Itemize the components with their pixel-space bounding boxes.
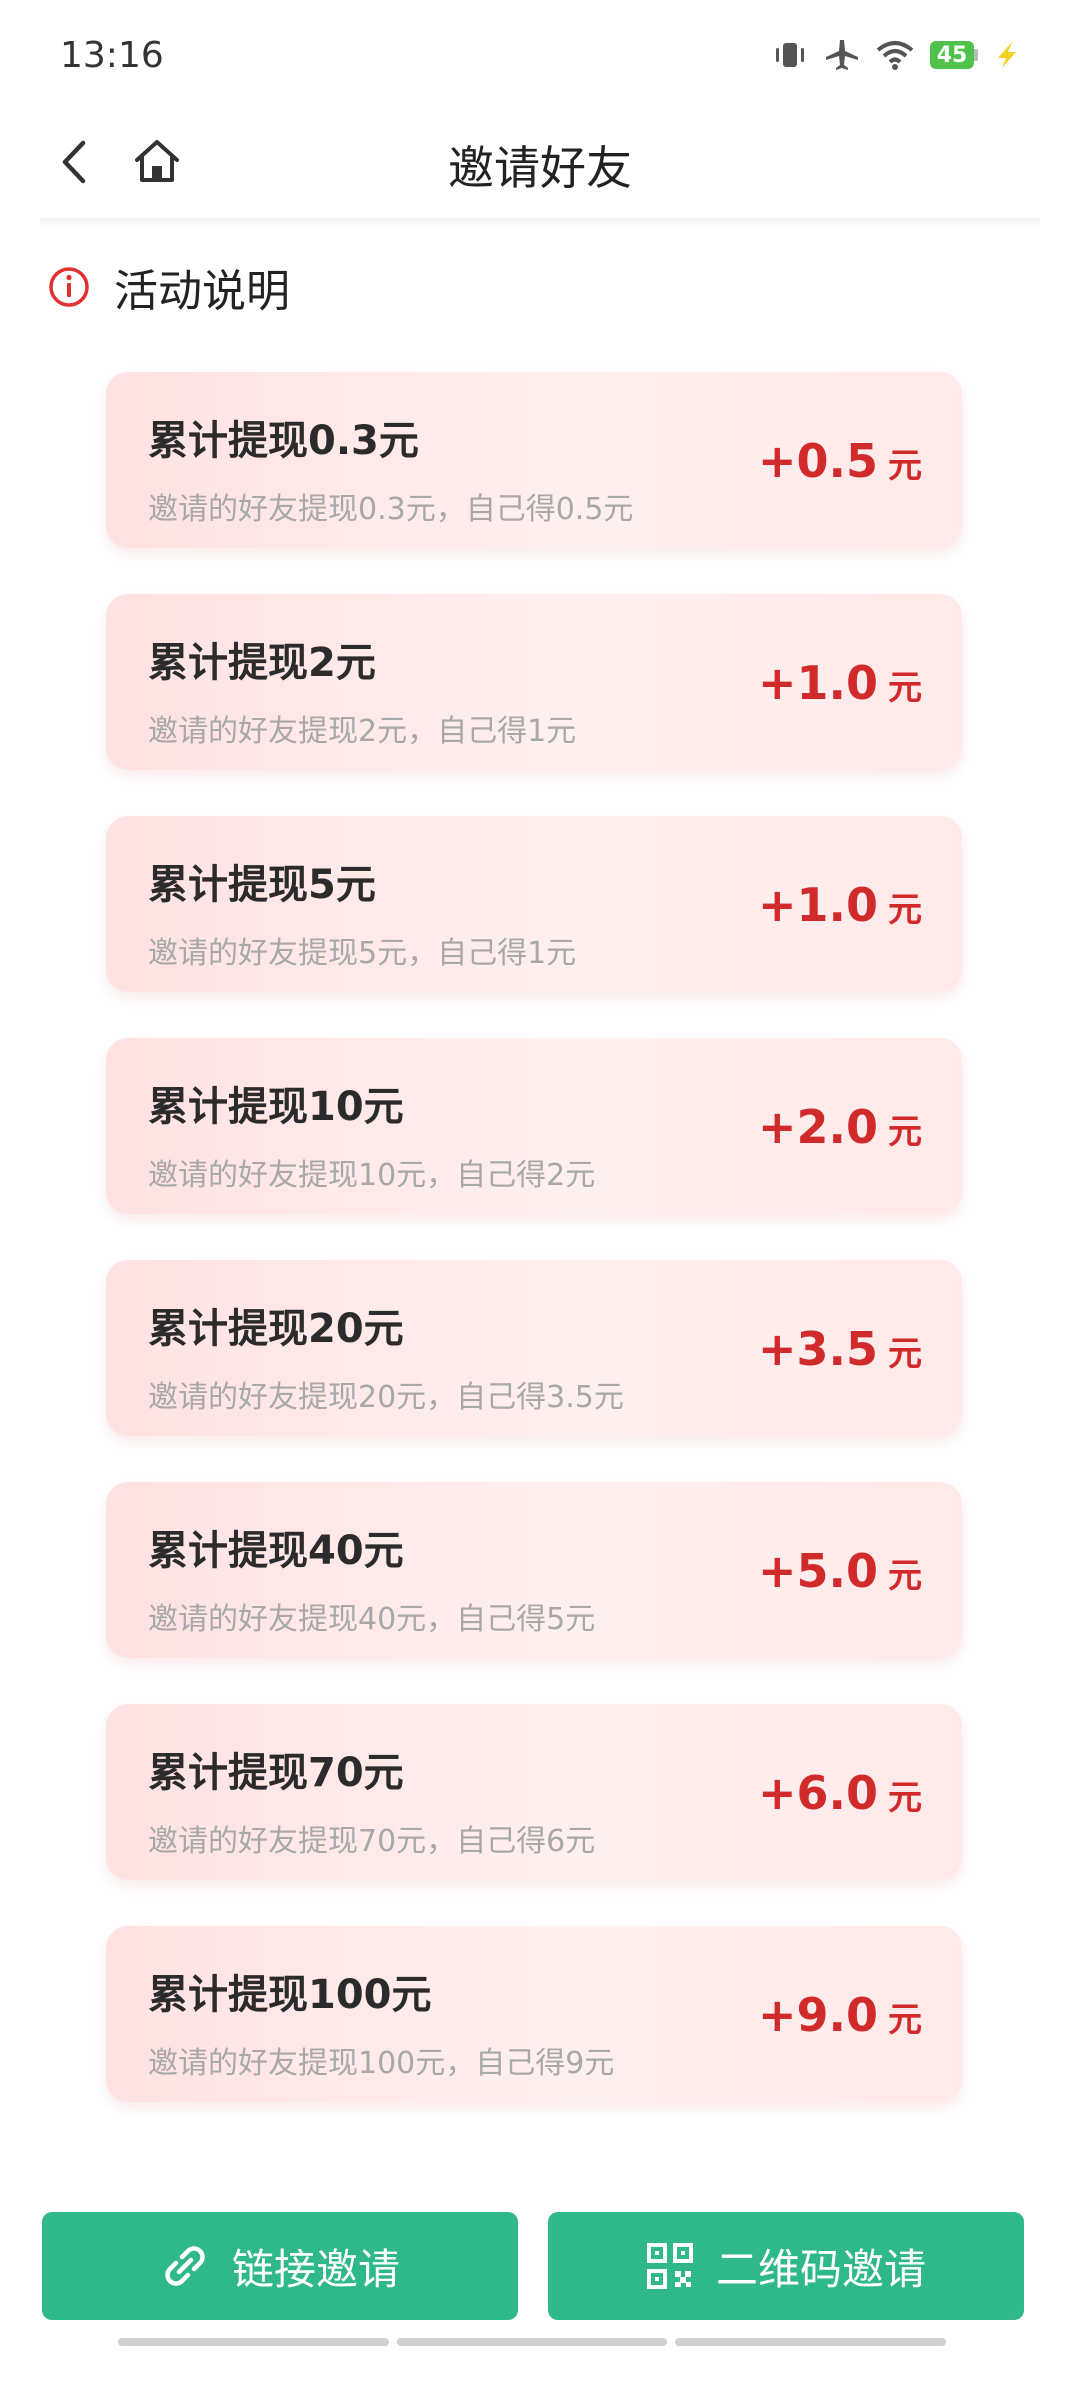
link-invite-label: 链接邀请 xyxy=(231,2244,400,2294)
reward-unit: 元 xyxy=(888,2000,922,2040)
bottom-action-bar: 链接邀请 二维码邀请 xyxy=(42,2212,1024,2320)
link-invite-button[interactable]: 链接邀请 xyxy=(42,2212,518,2320)
reward-amount: +1.0 xyxy=(757,878,878,932)
reward-value: +1.0 元 xyxy=(758,656,922,710)
reward-value: +9.0 元 xyxy=(758,1988,922,2042)
battery-icon: 45 xyxy=(930,41,978,69)
reward-unit: 元 xyxy=(888,668,922,708)
reward-description: 邀请的好友提现100元，自己得9元 xyxy=(148,2046,615,2081)
status-icons: 45 xyxy=(772,38,1020,72)
reward-value: +3.5 元 xyxy=(758,1322,922,1376)
reward-card: 累计提现10元 邀请的好友提现10元，自己得2元 +2.0 元 xyxy=(106,1038,962,1214)
home-indicator[interactable] xyxy=(118,2338,947,2346)
reward-value: +5.0 元 xyxy=(758,1544,922,1598)
reward-unit: 元 xyxy=(888,1334,922,1374)
invite-friends-page: 13:16 45 邀请好友 活动说明 累计提现0.3元 邀请的好友提现0.3元，… xyxy=(0,0,1080,2388)
reward-description: 邀请的好友提现5元，自己得1元 xyxy=(148,936,577,971)
reward-description: 邀请的好友提现10元，自己得2元 xyxy=(148,1158,596,1193)
reward-card: 累计提现40元 邀请的好友提现40元，自己得5元 +5.0 元 xyxy=(106,1482,962,1658)
page-title: 邀请好友 xyxy=(448,141,632,195)
reward-card: 累计提现100元 邀请的好友提现100元，自己得9元 +9.0 元 xyxy=(106,1926,962,2102)
vibrate-icon xyxy=(776,43,804,67)
header-bar: 邀请好友 xyxy=(0,110,1080,220)
reward-card: 累计提现2元 邀请的好友提现2元，自己得1元 +1.0 元 xyxy=(106,594,962,770)
reward-amount: +2.0 xyxy=(757,1100,878,1154)
reward-description: 邀请的好友提现20元，自己得3.5元 xyxy=(148,1380,624,1415)
reward-amount: +1.0 xyxy=(757,656,878,710)
reward-description: 邀请的好友提现2元，自己得1元 xyxy=(148,714,577,749)
reward-title: 累计提现100元 xyxy=(148,1972,432,2018)
reward-unit: 元 xyxy=(888,1556,922,1596)
reward-amount: +3.5 xyxy=(757,1322,878,1376)
charging-icon xyxy=(998,42,1016,68)
reward-value: +2.0 元 xyxy=(758,1100,922,1154)
info-icon xyxy=(49,267,89,307)
status-bar: 13:16 45 xyxy=(0,0,1080,110)
reward-title: 累计提现70元 xyxy=(148,1750,404,1796)
reward-value: +1.0 元 xyxy=(758,878,922,932)
reward-description: 邀请的好友提现70元，自己得6元 xyxy=(148,1824,596,1859)
back-button[interactable] xyxy=(44,132,104,192)
reward-card: 累计提现70元 邀请的好友提现70元，自己得6元 +6.0 元 xyxy=(106,1704,962,1880)
reward-amount: +9.0 xyxy=(757,1988,878,2042)
reward-unit: 元 xyxy=(888,446,922,486)
reward-unit: 元 xyxy=(888,1778,922,1818)
reward-card: 累计提现0.3元 邀请的好友提现0.3元，自己得0.5元 +0.5 元 xyxy=(106,372,962,548)
chevron-left-icon xyxy=(62,140,86,184)
reward-unit: 元 xyxy=(888,1112,922,1152)
header-divider xyxy=(40,218,1040,230)
reward-title: 累计提现0.3元 xyxy=(148,418,419,464)
home-button[interactable] xyxy=(126,130,188,192)
home-icon xyxy=(135,140,179,182)
qr-invite-label: 二维码邀请 xyxy=(715,2244,926,2294)
qr-code-icon xyxy=(646,2243,693,2289)
reward-list: 累计提现0.3元 邀请的好友提现0.3元，自己得0.5元 +0.5 元 累计提现… xyxy=(106,372,962,2148)
reward-card: 累计提现5元 邀请的好友提现5元，自己得1元 +1.0 元 xyxy=(106,816,962,992)
reward-description: 邀请的好友提现40元，自己得5元 xyxy=(148,1602,596,1637)
reward-unit: 元 xyxy=(888,890,922,930)
reward-card: 累计提现20元 邀请的好友提现20元，自己得3.5元 +3.5 元 xyxy=(106,1260,962,1436)
reward-description: 邀请的好友提现0.3元，自己得0.5元 xyxy=(148,492,634,527)
reward-amount: +6.0 xyxy=(757,1766,878,1820)
reward-value: +0.5 元 xyxy=(758,434,922,488)
qr-invite-button[interactable]: 二维码邀请 xyxy=(548,2212,1024,2320)
reward-title: 累计提现2元 xyxy=(148,640,376,686)
reward-title: 累计提现5元 xyxy=(148,862,376,908)
section-title: 活动说明 xyxy=(114,266,290,317)
reward-title: 累计提现40元 xyxy=(148,1528,404,1574)
reward-value: +6.0 元 xyxy=(758,1766,922,1820)
reward-amount: +0.5 xyxy=(757,434,878,488)
airplane-icon xyxy=(826,40,858,70)
wifi-icon xyxy=(876,41,914,70)
battery-level: 45 xyxy=(930,41,974,69)
reward-title: 累计提现20元 xyxy=(148,1306,404,1352)
activity-description-header: 活动说明 xyxy=(48,255,290,319)
reward-amount: +5.0 xyxy=(757,1544,878,1598)
reward-title: 累计提现10元 xyxy=(148,1084,404,1130)
status-time: 13:16 xyxy=(60,34,164,76)
link-icon xyxy=(165,2246,205,2286)
